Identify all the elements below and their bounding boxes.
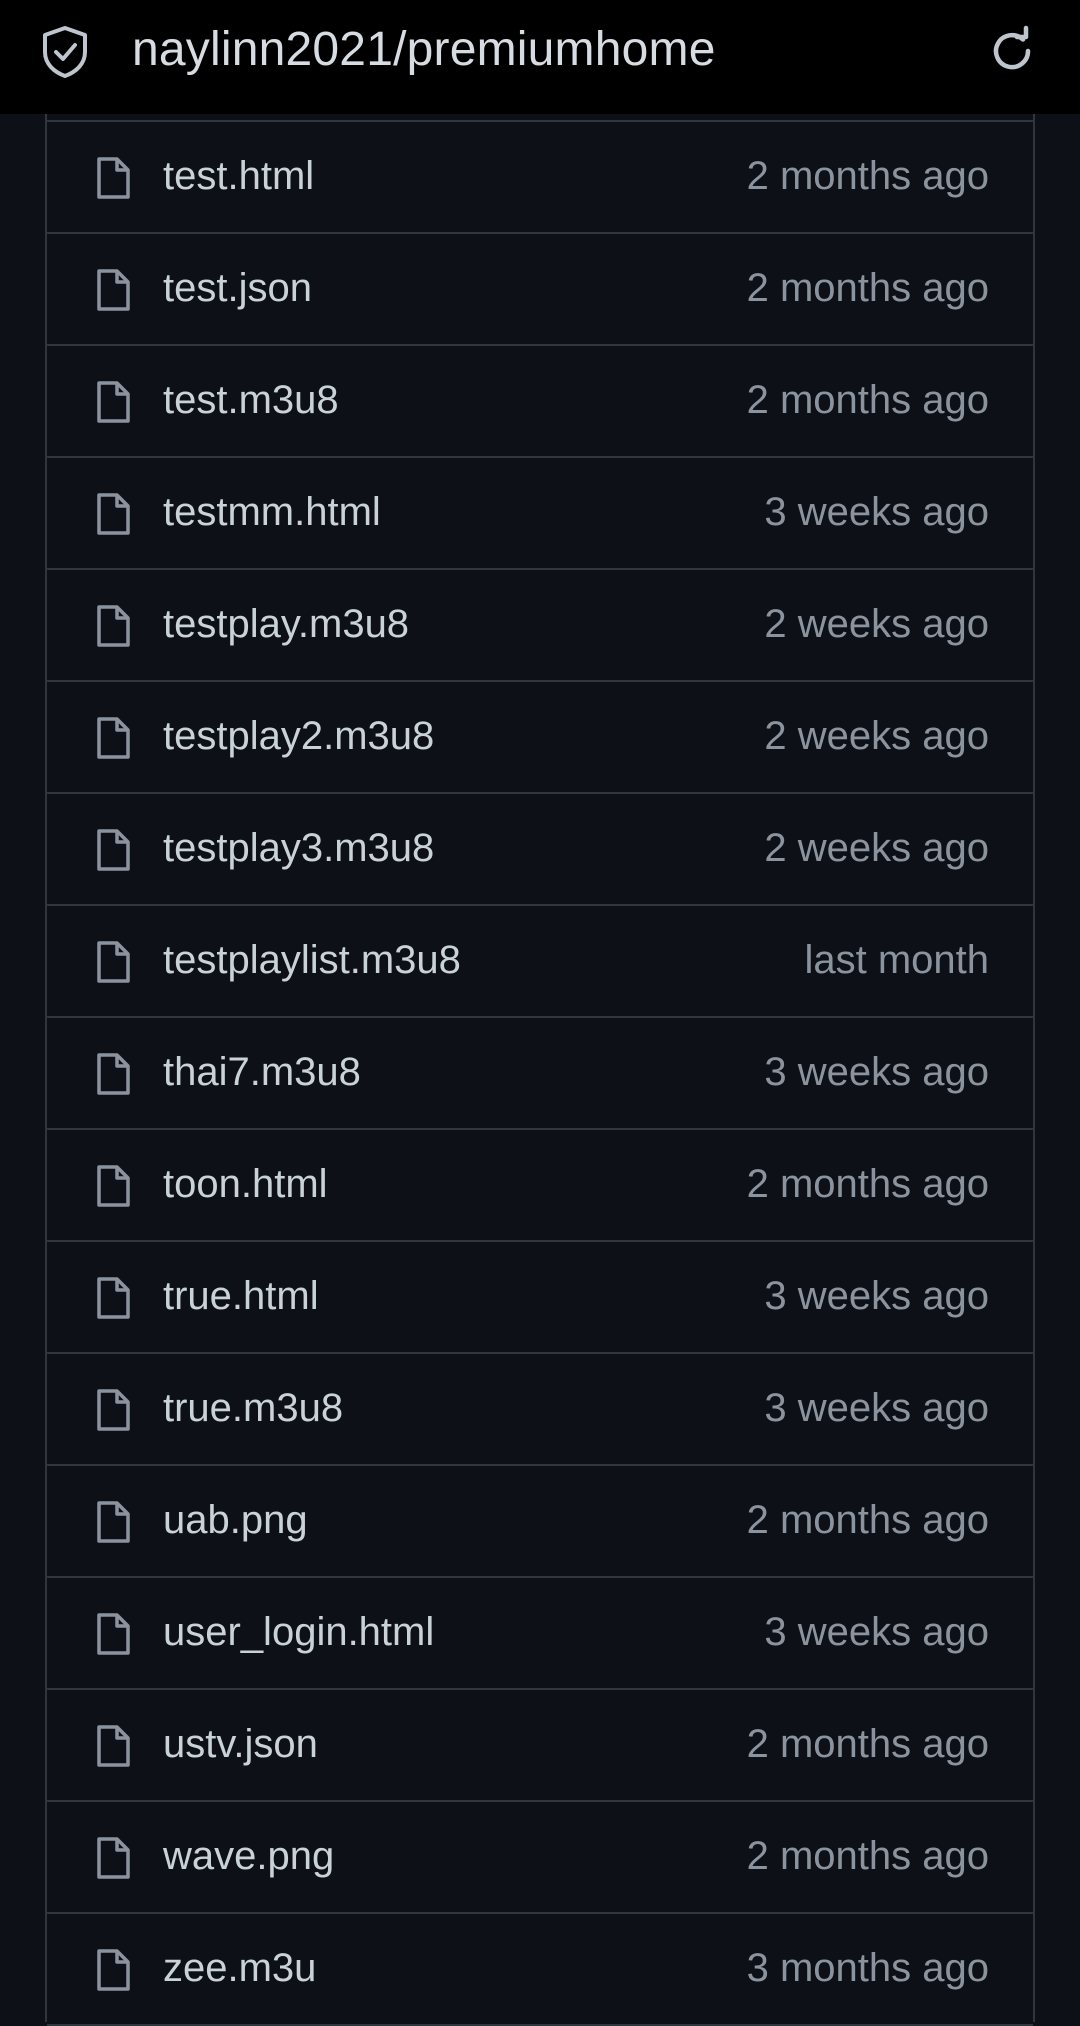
file-name-link[interactable]: test.html <box>163 154 314 199</box>
file-last-commit-age: 2 months ago <box>746 154 989 198</box>
file-row[interactable]: testmm.html 3 weeks ago <box>47 458 1033 570</box>
file-last-commit-age: 3 weeks ago <box>764 1050 989 1094</box>
file-icon <box>97 1277 130 1319</box>
file-name-link[interactable]: ustv.json <box>163 1722 318 1767</box>
file-row[interactable]: test.m3u8 2 months ago <box>47 346 1033 458</box>
top-bar: naylinn2021/premiumhome <box>0 0 1080 114</box>
file-icon <box>97 717 130 759</box>
file-last-commit-age: 3 weeks ago <box>764 1386 989 1430</box>
file-last-commit-age: last month <box>804 938 989 982</box>
file-row[interactable]: zee.m3u 3 months ago <box>47 1914 1033 2026</box>
file-row[interactable]: true.m3u8 3 weeks ago <box>47 1354 1033 1466</box>
file-name-link[interactable]: testplay.m3u8 <box>163 602 409 647</box>
file-row[interactable]: testplaylist.m3u8 last month <box>47 906 1033 1018</box>
file-icon <box>97 1837 130 1879</box>
page-title: naylinn2021/premiumhome <box>132 23 716 76</box>
file-row[interactable]: uab.png 2 months ago <box>47 1466 1033 1578</box>
file-icon <box>97 269 130 311</box>
file-row[interactable]: user_login.html 3 weeks ago <box>47 1578 1033 1690</box>
file-name-link[interactable]: wave.png <box>163 1834 334 1879</box>
file-icon <box>97 493 130 535</box>
file-last-commit-age: 3 weeks ago <box>764 1610 989 1654</box>
file-last-commit-age: 2 weeks ago <box>764 826 989 870</box>
file-name-link[interactable]: zee.m3u <box>163 1946 316 1991</box>
file-row[interactable]: test.json 2 months ago <box>47 234 1033 346</box>
file-icon <box>97 1053 130 1095</box>
file-row[interactable]: testplay.m3u8 2 weeks ago <box>47 570 1033 682</box>
file-row[interactable]: toon.html 2 months ago <box>47 1130 1033 1242</box>
file-row[interactable]: wave.png 2 months ago <box>47 1802 1033 1914</box>
file-icon <box>97 829 130 871</box>
file-last-commit-age: 2 weeks ago <box>764 602 989 646</box>
file-row[interactable]: thai7.m3u8 3 weeks ago <box>47 1018 1033 1130</box>
file-name-link[interactable]: testplaylist.m3u8 <box>163 938 461 983</box>
file-last-commit-age: 2 months ago <box>746 1162 989 1206</box>
file-list: test.html 2 months ago test.json 2 months a… <box>45 114 1035 2026</box>
file-last-commit-age: 2 months ago <box>746 266 989 310</box>
file-icon <box>97 1165 130 1207</box>
file-row[interactable]: test.html 2 months ago <box>47 122 1033 234</box>
file-name-link[interactable]: testmm.html <box>163 490 381 535</box>
file-last-commit-age: 3 weeks ago <box>764 1274 989 1318</box>
file-name-link[interactable]: thai7.m3u8 <box>163 1050 361 1095</box>
file-last-commit-age: 2 months ago <box>746 378 989 422</box>
file-last-commit-age: 3 weeks ago <box>764 490 989 534</box>
file-icon <box>97 1725 130 1767</box>
file-last-commit-age: 2 months ago <box>746 1834 989 1878</box>
file-name-link[interactable]: true.html <box>163 1274 319 1319</box>
file-row[interactable]: true.html 3 weeks ago <box>47 1242 1033 1354</box>
file-name-link[interactable]: testplay2.m3u8 <box>163 714 434 759</box>
file-name-link[interactable]: user_login.html <box>163 1610 434 1655</box>
file-row[interactable]: ustv.json 2 months ago <box>47 1690 1033 1802</box>
file-icon <box>97 605 130 647</box>
file-icon <box>97 1389 130 1431</box>
shield-check-icon[interactable] <box>40 24 90 80</box>
file-icon <box>97 1613 130 1655</box>
file-name-link[interactable]: test.m3u8 <box>163 378 339 423</box>
file-icon <box>97 941 130 983</box>
file-last-commit-age: 2 weeks ago <box>764 714 989 758</box>
file-name-link[interactable]: uab.png <box>163 1498 308 1543</box>
file-icon <box>97 157 130 199</box>
file-icon <box>97 1501 130 1543</box>
file-name-link[interactable]: true.m3u8 <box>163 1386 343 1431</box>
list-top-divider <box>47 114 1033 122</box>
file-icon <box>97 381 130 423</box>
file-name-link[interactable]: test.json <box>163 266 312 311</box>
file-row[interactable]: testplay2.m3u8 2 weeks ago <box>47 682 1033 794</box>
file-name-link[interactable]: testplay3.m3u8 <box>163 826 434 871</box>
file-name-link[interactable]: toon.html <box>163 1162 328 1207</box>
file-last-commit-age: 2 months ago <box>746 1498 989 1542</box>
file-row[interactable]: testplay3.m3u8 2 weeks ago <box>47 794 1033 906</box>
file-last-commit-age: 3 months ago <box>746 1946 989 1990</box>
file-icon <box>97 1949 130 1991</box>
reload-icon[interactable] <box>986 25 1038 77</box>
file-last-commit-age: 2 months ago <box>746 1722 989 1766</box>
